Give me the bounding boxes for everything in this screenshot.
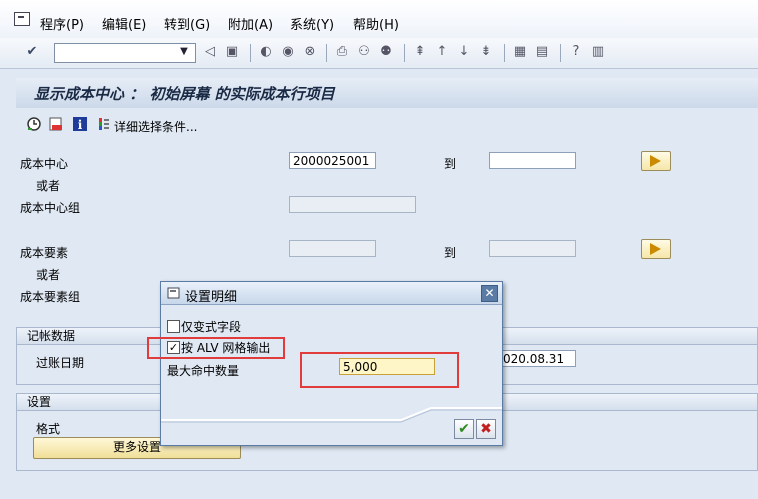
next-page-icon[interactable]: ↓: [456, 44, 472, 60]
menu-program[interactable]: 程序(P): [40, 14, 84, 33]
page-title: 显示成本中心 ： 初始屏幕 的实际成本行项目: [34, 85, 335, 103]
cost-center-label: 成本中心: [20, 157, 69, 171]
multiple-selection-button[interactable]: [641, 239, 671, 259]
command-field[interactable]: [54, 43, 196, 63]
toolbar-separator: [326, 44, 327, 62]
first-page-icon[interactable]: ⇞: [412, 44, 428, 60]
standard-toolbar: ✔ ▼ ◁ ▣ ◐ ◉ ⊗ ⎙ ⚇ ⚉ ⇞ ↑ ↓ ⇟ ▦ ▤ ? ▥: [0, 38, 758, 69]
svg-text:i: i: [78, 118, 83, 132]
application-toolbar: i 详细选择条件...: [16, 108, 758, 138]
save-icon[interactable]: ▣: [224, 44, 240, 60]
dialog-system-icon[interactable]: [167, 286, 181, 300]
execute-icon[interactable]: [26, 116, 42, 132]
check-icon[interactable]: ✔: [24, 44, 40, 60]
cancel-button[interactable]: ✖: [476, 419, 496, 439]
cost-element-to-input[interactable]: [489, 240, 576, 257]
help-icon[interactable]: ?: [568, 44, 584, 60]
menu-system[interactable]: 系统(Y): [290, 14, 334, 33]
posting-date-label: 过账日期: [36, 356, 85, 370]
title-bar: 显示成本中心 ： 初始屏幕 的实际成本行项目: [16, 78, 758, 109]
cancel-icon[interactable]: ⊗: [302, 44, 318, 60]
new-session-icon[interactable]: ▦: [512, 44, 528, 60]
max-hits-input[interactable]: 5,000: [339, 358, 435, 375]
back-icon[interactable]: ◁: [202, 44, 218, 60]
print-icon[interactable]: ⎙: [334, 44, 350, 60]
find-icon[interactable]: ⚇: [356, 44, 372, 60]
posting-date-to-value: 020.08.31: [503, 352, 565, 366]
cost-element-label: 成本要素: [20, 246, 69, 260]
exit-icon[interactable]: ◉: [280, 44, 296, 60]
to-label: 到: [444, 246, 457, 260]
max-hits-label: 最大命中数量: [167, 364, 240, 378]
toolbar-separator: [560, 44, 561, 62]
dialog-title-bar[interactable]: 设置明细 ✕: [161, 282, 502, 305]
prev-page-icon[interactable]: ↑: [434, 44, 450, 60]
only-changeable-label: 仅变式字段: [181, 320, 242, 334]
menu-edit[interactable]: 编辑(E): [102, 14, 146, 33]
layout-icon[interactable]: ▥: [590, 44, 606, 60]
toolbar-separator: [250, 44, 251, 62]
dynamic-selection-icon[interactable]: [96, 116, 112, 132]
alv-output-label: 按 ALV 网格输出: [181, 341, 271, 355]
menu-help[interactable]: 帮助(H): [353, 14, 399, 33]
to-label: 到: [444, 157, 457, 171]
layout-label: 格式: [36, 422, 61, 436]
menu-goto[interactable]: 转到(G): [164, 14, 210, 33]
cost-element-input[interactable]: [289, 240, 376, 257]
chevron-down-icon[interactable]: ▼: [176, 44, 192, 60]
alv-output-checkbox[interactable]: ✓: [167, 341, 180, 354]
only-changeable-checkbox[interactable]: [167, 320, 180, 333]
info-icon[interactable]: i: [72, 116, 88, 132]
detail-selection-button[interactable]: 详细选择条件...: [114, 118, 197, 135]
cost-center-input[interactable]: 2000025001: [289, 152, 376, 169]
shortcut-icon[interactable]: ▤: [534, 44, 550, 60]
toolbar-separator: [504, 44, 505, 62]
cost-center-group-label: 成本中心组: [20, 201, 81, 215]
or-label: 或者: [36, 268, 61, 282]
dialog-title: 设置明细: [185, 290, 238, 305]
cost-element-group-label: 成本要素组: [20, 290, 81, 304]
dialog-decoration: [161, 407, 502, 423]
close-icon[interactable]: ✕: [481, 285, 498, 302]
menu-extras[interactable]: 附加(A): [228, 14, 273, 33]
find-next-icon[interactable]: ⚉: [378, 44, 394, 60]
or-label: 或者: [36, 179, 61, 193]
menu-bar: 程序(P) 编辑(E) 转到(G) 附加(A) 系统(Y) 帮助(H): [0, 0, 758, 39]
cost-center-to-input[interactable]: [489, 152, 576, 169]
system-menu-icon[interactable]: [14, 12, 30, 26]
back-nav-icon[interactable]: ◐: [258, 44, 274, 60]
confirm-button[interactable]: ✔: [454, 419, 474, 439]
toolbar-separator: [404, 44, 405, 62]
last-page-icon[interactable]: ⇟: [478, 44, 494, 60]
variant-icon[interactable]: [48, 116, 64, 132]
settings-detail-dialog: 设置明细 ✕ 仅变式字段 ✓ 按 ALV 网格输出 最大命中数量 5,000 ✔…: [147, 281, 503, 446]
multiple-selection-button[interactable]: [641, 151, 671, 171]
cost-center-group-input[interactable]: [289, 196, 416, 213]
